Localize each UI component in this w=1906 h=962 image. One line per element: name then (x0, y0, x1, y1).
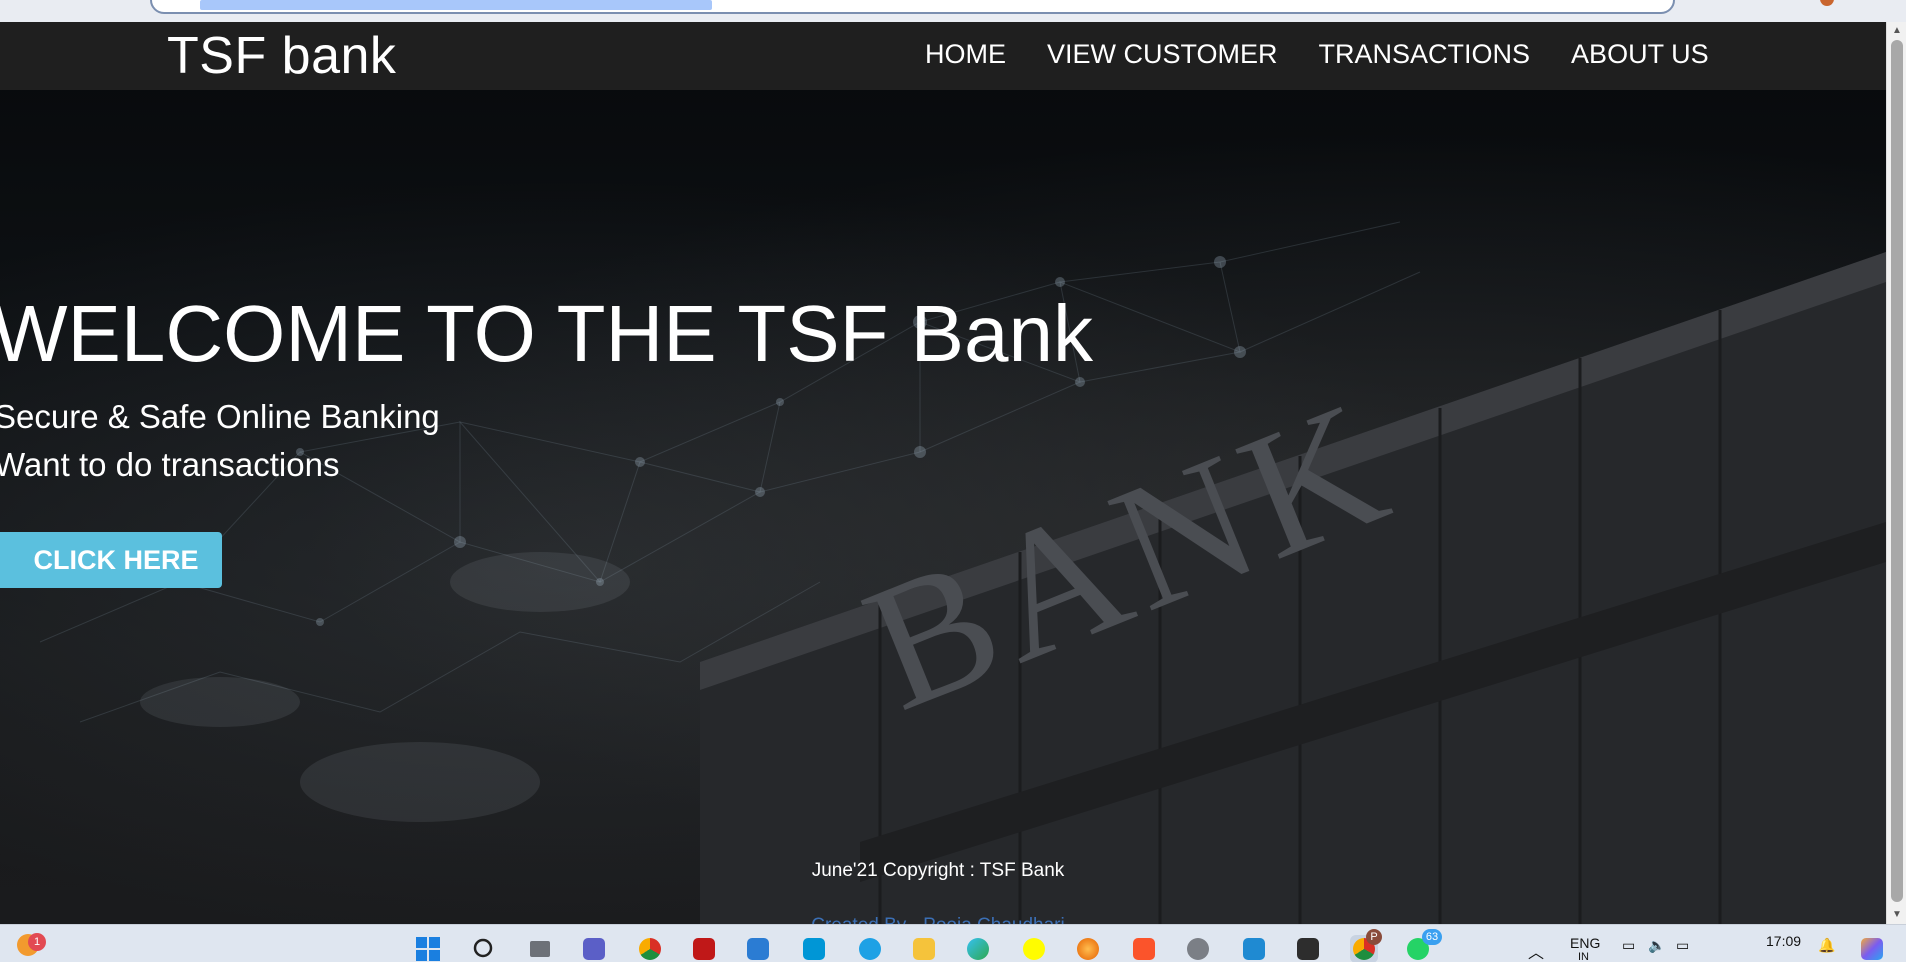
chrome-profile-badge: P (1366, 929, 1382, 945)
microsoft-store-icon[interactable] (744, 935, 772, 962)
page-scrollbar[interactable]: ▲ ▼ (1886, 22, 1906, 924)
hero-subtitle-secure: Secure & Safe Online Banking (0, 398, 440, 435)
scroll-up-arrow-icon[interactable]: ▲ (1887, 22, 1906, 40)
brand-logo-text[interactable]: TSF bank (167, 26, 396, 86)
volume-icon[interactable]: 🔈 (1648, 937, 1665, 954)
footer-created-by[interactable]: Created By - Pooja Chaudhari (0, 915, 1876, 924)
scroll-down-arrow-icon[interactable]: ▼ (1887, 906, 1906, 924)
whatsapp-icon[interactable]: 63 (1404, 929, 1442, 962)
nav-link-about-us[interactable]: ABOUT US (1571, 39, 1709, 70)
click-here-button[interactable]: CLICK HERE (0, 532, 222, 588)
whatsapp-badge: 63 (1422, 929, 1442, 945)
nav-link-home[interactable]: HOME (925, 39, 1006, 70)
myhp-icon[interactable] (800, 935, 828, 962)
address-text-selection (200, 0, 712, 10)
browser-toolbar (0, 0, 1906, 22)
scroll-thumb[interactable] (1891, 40, 1903, 902)
nav-link-view-customer[interactable]: VIEW CUSTOMER (1047, 39, 1278, 70)
hero-title: WELCOME TO THE TSF Bank (0, 289, 1094, 378)
brave-icon[interactable] (1130, 935, 1158, 962)
settings-gear-icon[interactable] (1184, 935, 1212, 962)
chrome-profile-icon[interactable]: P (1350, 929, 1382, 962)
terminal-icon[interactable] (1294, 935, 1322, 962)
internet-explorer-icon[interactable] (856, 935, 884, 962)
battery-icon[interactable]: ▭ (1676, 937, 1689, 954)
edge-icon[interactable] (964, 935, 992, 962)
chrome-icon[interactable] (636, 935, 664, 962)
network-icon[interactable]: ▭ (1622, 937, 1635, 954)
windows-start-icon[interactable] (414, 935, 442, 962)
clock-time[interactable]: 17:09 (1766, 933, 1801, 949)
hero-subtitle-transactions: Want to do transactions (0, 446, 340, 483)
top-navbar: TSF bank HOME VIEW CUSTOMER TRANSACTIONS… (0, 22, 1886, 90)
file-explorer-icon[interactable] (910, 935, 938, 962)
profile-avatar-icon[interactable] (1820, 0, 1834, 6)
nav-link-transactions[interactable]: TRANSACTIONS (1319, 39, 1531, 70)
language-indicator[interactable]: ENG (1570, 935, 1600, 951)
address-bar[interactable] (150, 0, 1675, 14)
windows-taskbar: 1 P 63 ︿ ENG IN ▭ 🔈 ▭ 17:09 🔔 (0, 924, 1906, 962)
mcafee-icon[interactable] (690, 935, 718, 962)
nav-links: HOME VIEW CUSTOMER TRANSACTIONS ABOUT US (925, 39, 1709, 70)
notifications-bell-icon[interactable]: 🔔 (1818, 937, 1835, 954)
show-hidden-icons-chevron-icon[interactable]: ︿ (1528, 939, 1544, 962)
task-view-icon[interactable] (526, 935, 554, 962)
notification-badge: 1 (28, 933, 46, 951)
firefox-icon[interactable] (1074, 935, 1102, 962)
teams-icon[interactable] (580, 935, 608, 962)
vscode-icon[interactable] (1240, 935, 1268, 962)
search-icon[interactable] (470, 935, 498, 962)
snapchat-icon[interactable] (1020, 935, 1048, 962)
footer-copyright: June'21 Copyright : TSF Bank (811, 860, 1065, 881)
page-viewport: BANK TSF bank HOME VIEW CUSTOMER TRANSAC… (0, 22, 1886, 924)
copilot-icon[interactable] (1858, 935, 1886, 962)
language-region: IN (1578, 951, 1589, 962)
